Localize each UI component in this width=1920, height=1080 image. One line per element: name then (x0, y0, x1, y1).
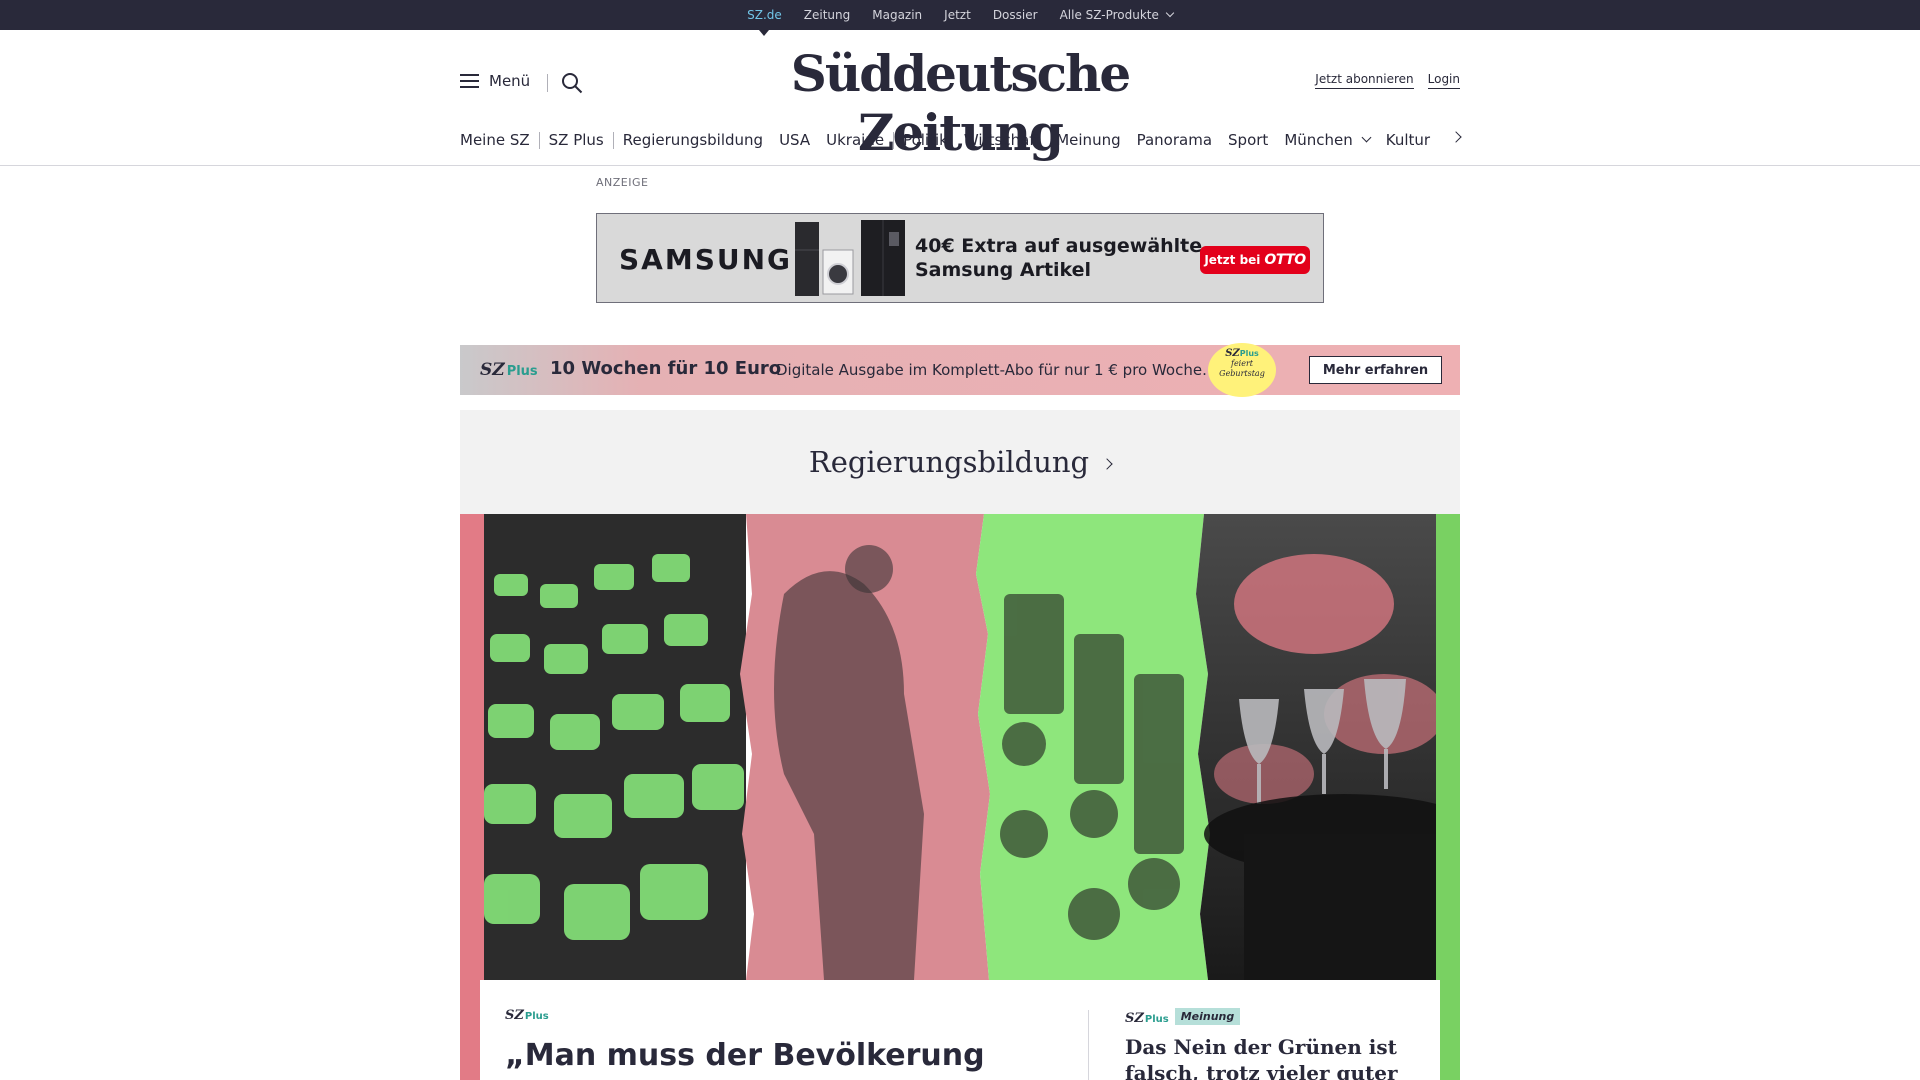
nav-item-sz-plus[interactable]: SZ Plus (549, 131, 604, 149)
topbar-link-magazin[interactable]: Magazin (872, 0, 922, 30)
header-separator (547, 74, 548, 92)
menu-label: Menü (489, 72, 531, 90)
meinung-tag: Meinung (1174, 1008, 1241, 1025)
main-headline[interactable]: „Man muss der Bevölkerung reinen Wein ei… (505, 1037, 1065, 1080)
ad-cta-prefix: Jetzt bei (1204, 253, 1261, 267)
section-title: Regierungsbildung (808, 445, 1090, 479)
appliances-image (795, 220, 905, 296)
ad-cta-button[interactable]: Jetzt bei OTTO (1200, 246, 1310, 274)
side-article[interactable]: SZPlus Meinung Das Nein der Grünen ist fa… (1125, 1008, 1425, 1080)
topbar-link-dossier[interactable]: Dossier (993, 0, 1038, 30)
ad-cta-brand: OTTO (1264, 252, 1306, 268)
sz-plus-badge: SZPlus (505, 1008, 1065, 1023)
badge-plus: Plus (1239, 349, 1259, 358)
plus-text: Plus (506, 364, 538, 379)
badge-line-2: feiert (1230, 359, 1254, 368)
nav-item-meinung[interactable]: Meinung (1056, 131, 1120, 149)
promo-description: Digitale Ausgabe im Komplett-Abo für nur… (776, 361, 1207, 379)
login-link[interactable]: Login (1427, 72, 1460, 89)
topbar-link-sz[interactable]: SZ.de (747, 0, 782, 36)
hamburger-icon (460, 74, 479, 88)
header-divider (0, 165, 1920, 166)
lead-teaser: SZPlus „Man muss der Bevölkerung reinen … (460, 514, 1460, 1080)
ad-brand: SAMSUNG (619, 243, 793, 276)
menu-button[interactable]: Menü (460, 72, 530, 90)
nav-item-kultur[interactable]: Kultur (1386, 131, 1430, 149)
nav-separator (538, 131, 540, 149)
side-headline[interactable]: Das Nein der Grünen ist falsch, trotz vi… (1125, 1034, 1425, 1080)
main-nav: Meine SZ SZ Plus Regierungsbildung USA U… (460, 128, 1462, 152)
section-header[interactable]: Regierungsbildung (460, 410, 1460, 514)
kicker-sz: SZ (1125, 1011, 1144, 1026)
hero-collage-image[interactable] (484, 514, 1436, 980)
nav-item-usa[interactable]: USA (779, 131, 810, 149)
top-bar: SZ.de Zeitung Magazin Jetzt Dossier Alle… (0, 0, 1920, 36)
birthday-badge: SZPlus feiert Geburtstag (1208, 343, 1276, 397)
nav-item-sport[interactable]: Sport (1228, 131, 1268, 149)
nav-separator (893, 131, 895, 149)
chevron-right-icon (1101, 458, 1113, 470)
kicker-plus: Plus (524, 1011, 549, 1022)
nav-item-muenchen[interactable]: München (1284, 131, 1352, 149)
sz-logo-text: SZ (480, 360, 505, 380)
ad-banner[interactable]: SAMSUNG 40€ Extra auf ausgewählte Samsun… (596, 213, 1324, 303)
nav-item-meine-sz[interactable]: Meine SZ (460, 131, 530, 149)
nav-item-regierungsbildung[interactable]: Regierungsbildung (623, 131, 763, 149)
ad-text: 40€ Extra auf ausgewählte Samsung Artike… (915, 235, 1203, 281)
ad-label: ANZEIGE (596, 176, 649, 189)
nav-item-wirtschaft[interactable]: Wirtschaft (964, 131, 1040, 149)
promo-button[interactable]: Mehr erfahren (1309, 356, 1442, 384)
topbar-products-dropdown[interactable]: Alle SZ-Produkte (1059, 0, 1175, 30)
nav-item-panorama[interactable]: Panorama (1137, 131, 1212, 149)
sz-plus-logo: SZ Plus (480, 360, 538, 380)
chevron-down-icon[interactable] (1361, 132, 1372, 142)
products-label: Alle SZ-Produkte (1059, 8, 1159, 22)
nav-separator (612, 131, 614, 149)
topbar-link-jetzt[interactable]: Jetzt (944, 0, 971, 30)
nav-item-politik[interactable]: Politik (903, 131, 948, 149)
card-divider (1088, 1010, 1089, 1080)
promo-banner[interactable]: SZ Plus 10 Wochen für 10 Euro Digitale Au… (460, 343, 1460, 397)
teaser-card: SZPlus „Man muss der Bevölkerung reinen … (480, 980, 1440, 1080)
badge-line-3: Geburtstag (1219, 369, 1265, 378)
nav-item-ukraine[interactable]: Ukraine (826, 131, 884, 149)
account-links: Jetzt abonnieren Login (1315, 72, 1460, 89)
kicker-sz: SZ (505, 1008, 524, 1023)
subscribe-link[interactable]: Jetzt abonnieren (1315, 72, 1414, 89)
topbar-link-zeitung[interactable]: Zeitung (804, 0, 850, 30)
kicker-plus: Plus (1144, 1014, 1169, 1025)
search-icon[interactable] (561, 72, 583, 94)
promo-headline: 10 Wochen für 10 Euro (550, 358, 782, 379)
chevron-down-icon (1165, 8, 1175, 18)
main-article[interactable]: SZPlus „Man muss der Bevölkerung reinen … (505, 1008, 1065, 1080)
badge-sz: SZ (1225, 348, 1240, 359)
sz-plus-badge: SZPlus Meinung (1125, 1008, 1425, 1026)
chevron-right-icon[interactable] (1450, 131, 1462, 143)
site-header: Menü Süddeutsche Zeitung Jetzt abonniere… (460, 30, 1460, 162)
